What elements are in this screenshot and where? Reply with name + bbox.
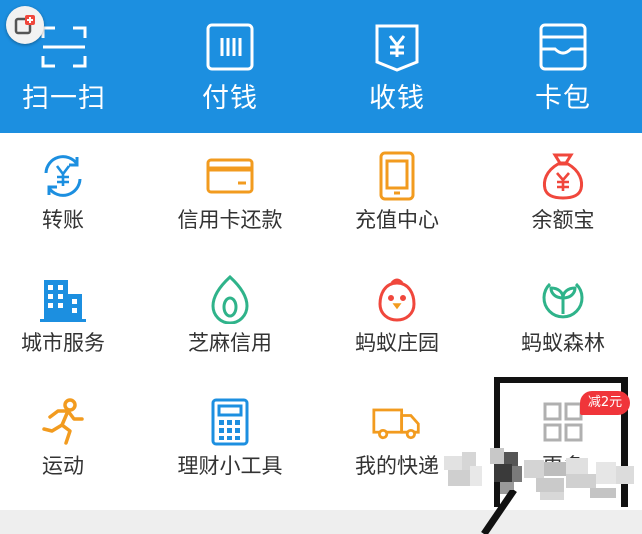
chick-icon: [372, 274, 422, 324]
phone-topup-icon: [372, 151, 422, 201]
receive-money-icon: [370, 20, 424, 74]
grid-item-credit-card[interactable]: 信用卡还款: [150, 133, 310, 253]
grid-item-ant-farm[interactable]: 蚂蚁庄园: [317, 256, 477, 376]
money-bag-icon: [538, 151, 588, 201]
delivery-truck-icon: [372, 397, 422, 447]
card-wallet-button[interactable]: 卡包: [483, 0, 642, 133]
running-icon: [38, 397, 88, 447]
grid-item-sports[interactable]: 运动: [0, 379, 143, 499]
grid-item-finance-tools[interactable]: 理财小工具: [150, 379, 310, 499]
floating-add-icon[interactable]: [6, 6, 44, 44]
grid-item-label: 城市服务: [21, 331, 105, 355]
grid-item-label: 充值中心: [355, 208, 439, 232]
credit-card-icon: [205, 151, 255, 201]
forest-sprout-icon: [538, 274, 588, 324]
grid-item-ant-forest[interactable]: 蚂蚁森林: [483, 256, 642, 376]
pointer-arrow: [481, 490, 517, 534]
pay-label: 付钱: [202, 83, 258, 114]
grid-item-label: 蚂蚁庄园: [355, 331, 439, 355]
transfer-icon: [38, 151, 88, 201]
grid-item-label: 芝麻信用: [188, 331, 272, 355]
card-wallet-icon: [536, 20, 590, 74]
receive-money-label: 收钱: [369, 83, 425, 114]
grid-item-transfer[interactable]: 转账: [0, 133, 143, 253]
city-building-icon: [38, 274, 88, 324]
grid-item-label: 蚂蚁森林: [521, 331, 605, 355]
grid-item-label: 我的快递: [355, 454, 439, 478]
card-wallet-label: 卡包: [535, 83, 591, 114]
top-action-bar: 扫一扫 付钱 收钱 卡包: [0, 0, 642, 133]
receive-money-button[interactable]: 收钱: [317, 0, 477, 133]
grid-item-label: 理财小工具: [177, 454, 283, 478]
scan-icon: [37, 20, 91, 74]
sesame-credit-icon: [205, 274, 255, 324]
grid-item-city-service[interactable]: 城市服务: [0, 256, 143, 376]
grid-item-label: 转账: [42, 208, 84, 232]
grid-item-label: 信用卡还款: [177, 208, 283, 232]
grid-item-sesame-credit[interactable]: 芝麻信用: [150, 256, 310, 376]
grid-item-yuebao[interactable]: 余额宝: [483, 133, 642, 253]
grid-item-topup[interactable]: 充值中心: [317, 133, 477, 253]
promo-badge: 减2元: [580, 391, 630, 415]
calculator-icon: [205, 397, 255, 447]
pay-barcode-icon: [203, 20, 257, 74]
scan-label: 扫一扫: [22, 83, 106, 114]
grid-item-label: 运动: [42, 454, 84, 478]
pay-button[interactable]: 付钱: [150, 0, 310, 133]
grid-item-label: 余额宝: [531, 208, 595, 232]
